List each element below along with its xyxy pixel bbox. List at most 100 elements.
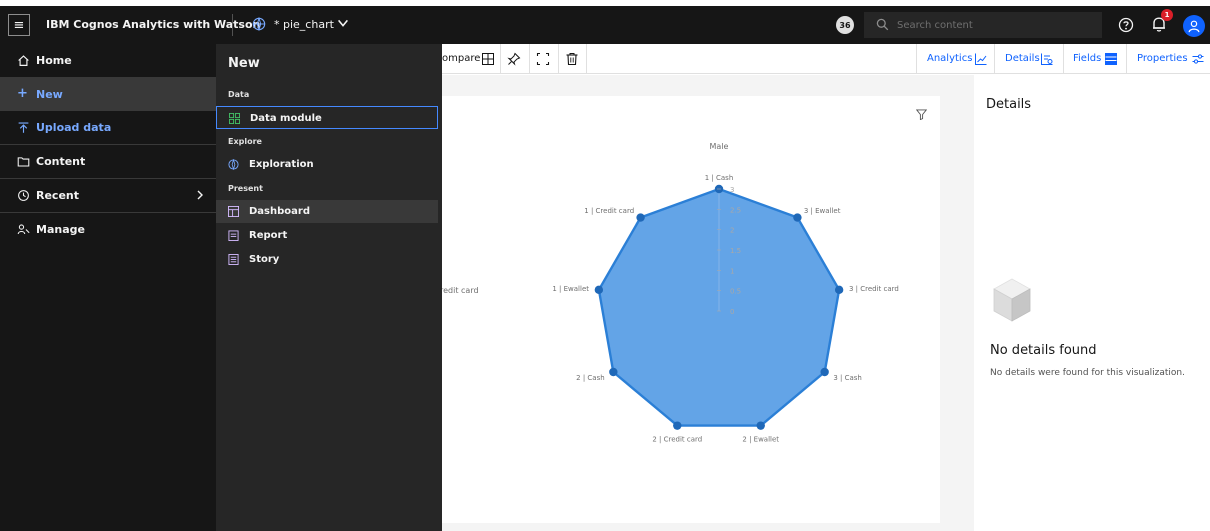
radial-tick-label: 2.5	[730, 206, 741, 214]
nav-item-home[interactable]: Home	[0, 44, 216, 77]
radar-series	[594, 184, 844, 430]
data-point[interactable]	[673, 421, 682, 430]
category-label: 2 | Ewallet	[742, 436, 779, 444]
dashboard-icon	[228, 206, 239, 217]
nav-label: Recent	[36, 189, 80, 202]
nav-item-content[interactable]: Content	[0, 145, 216, 178]
data-point[interactable]	[756, 421, 765, 430]
category-label: 1 | Ewallet	[552, 285, 589, 293]
divider	[232, 14, 233, 36]
count-badge[interactable]: 36	[836, 16, 854, 34]
category-label: 1 | Credit card	[584, 207, 634, 215]
chart-title: Male	[710, 142, 729, 151]
story-icon	[228, 254, 239, 265]
menu-item-dashboard[interactable]: Dashboard	[216, 200, 438, 223]
details-panel-title: Details	[986, 97, 1032, 112]
radar-chart[interactable]: Male redit card 0 0.5 1 1.5 2 2.5 3 1 | Cash 3 …	[442, 96, 940, 523]
manage-icon	[17, 224, 30, 235]
left-navigation: Home + New Upload data Content Recent Ma…	[0, 44, 216, 531]
nav-label: Upload data	[36, 121, 112, 134]
menu-item-label: Report	[249, 230, 288, 241]
top-bar: ≡ IBM Cognos Analytics with Watson * pie…	[0, 6, 1210, 44]
flyout-title: New	[228, 56, 260, 71]
menu-icon[interactable]: ≡	[8, 14, 30, 36]
toolbar-divider	[529, 44, 530, 74]
plus-icon: +	[17, 86, 28, 101]
document-title[interactable]: * pie_chart	[274, 18, 334, 31]
menu-item-story[interactable]: Story	[216, 248, 438, 271]
folder-icon	[17, 157, 30, 167]
nav-label: Home	[36, 54, 72, 67]
clock-icon	[18, 190, 29, 201]
radial-tick-label: 1	[730, 267, 734, 275]
chevron-right-icon	[197, 190, 203, 200]
nav-label: New	[36, 88, 63, 101]
tab-analytics[interactable]: Analytics	[927, 53, 972, 64]
menu-item-label: Dashboard	[249, 206, 310, 217]
data-module-icon	[229, 113, 240, 124]
no-details-title: No details found	[990, 343, 1097, 358]
category-label: 3 | Ewallet	[804, 207, 841, 215]
empty-box-icon	[993, 278, 1031, 322]
analytics-icon[interactable]	[975, 53, 987, 65]
menu-item-exploration[interactable]: Exploration	[216, 153, 438, 176]
toolbar-divider	[558, 44, 559, 74]
chevron-down-icon[interactable]	[336, 16, 350, 30]
menu-item-report[interactable]: Report	[216, 224, 438, 247]
radial-tick-label: 2	[730, 227, 734, 235]
notification-badge: 1	[1161, 9, 1173, 21]
category-label: 3 | Cash	[833, 374, 862, 382]
properties-icon[interactable]	[1192, 53, 1204, 65]
compare-icon[interactable]	[482, 53, 494, 65]
data-point[interactable]	[636, 213, 645, 222]
avatar[interactable]	[1183, 15, 1205, 37]
pin-icon[interactable]	[507, 52, 521, 66]
data-point[interactable]	[820, 367, 829, 377]
data-point[interactable]	[594, 285, 604, 295]
app-title: IBM Cognos Analytics with Watson	[46, 18, 261, 31]
radial-tick-label: 0.5	[730, 288, 741, 296]
radial-tick-label: 0	[730, 308, 734, 316]
category-label: 2 | Cash	[576, 374, 605, 382]
details-icon[interactable]	[1041, 53, 1053, 65]
search-box	[864, 12, 1102, 38]
menu-item-label: Story	[249, 254, 280, 265]
filter-icon[interactable]	[916, 109, 927, 120]
exploration-icon	[252, 17, 266, 31]
nav-label: Manage	[36, 223, 85, 236]
toolbar-divider	[500, 44, 501, 74]
no-details-message: No details were found for this visualiza…	[990, 368, 1185, 378]
category-label: 1 | Cash	[705, 174, 734, 182]
nav-item-manage[interactable]: Manage	[0, 213, 216, 246]
data-point[interactable]	[834, 285, 844, 295]
toolbar-divider	[1126, 44, 1127, 74]
fit-icon[interactable]	[536, 52, 550, 66]
data-point[interactable]	[793, 213, 802, 222]
toolbar-divider	[994, 44, 995, 74]
report-icon	[228, 230, 239, 241]
data-point[interactable]	[609, 367, 618, 377]
trash-icon[interactable]	[565, 52, 579, 66]
tab-fields[interactable]: Fields	[1073, 53, 1101, 64]
help-icon[interactable]	[1118, 17, 1134, 33]
toolbar-divider	[916, 44, 917, 74]
section-label-data: Data	[228, 90, 250, 99]
menu-item-data-module[interactable]: Data module	[216, 106, 438, 129]
exploration-icon	[228, 159, 239, 170]
nav-item-upload-data[interactable]: Upload data	[0, 111, 216, 144]
nav-item-recent[interactable]: Recent	[0, 179, 216, 212]
new-flyout-menu: New Data Data module Explore Exploration…	[216, 44, 442, 531]
compare-button-label[interactable]: ompare	[442, 53, 480, 64]
toolbar: ompare Analytics Details Fields Properti…	[442, 44, 1210, 74]
menu-item-label: Exploration	[249, 159, 314, 170]
search-input[interactable]	[897, 15, 1095, 35]
fields-icon[interactable]	[1105, 53, 1117, 65]
search-icon	[876, 18, 889, 31]
radial-tick-label: 3	[730, 186, 734, 194]
tab-properties[interactable]: Properties	[1137, 53, 1188, 64]
nav-item-new[interactable]: + New	[0, 78, 216, 111]
nav-label: Content	[36, 155, 86, 168]
toolbar-divider	[586, 44, 587, 74]
tab-details[interactable]: Details	[1005, 53, 1040, 64]
category-label: 2 | Credit card	[652, 436, 702, 444]
